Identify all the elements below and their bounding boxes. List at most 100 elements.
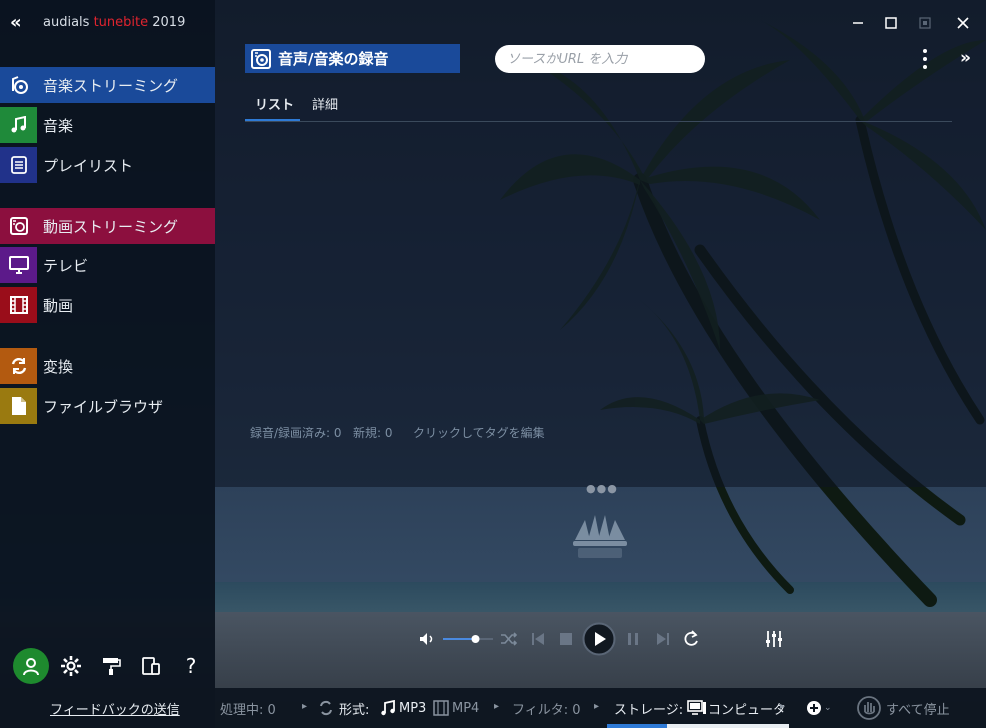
sidebar-item-convert[interactable]: 変換	[0, 348, 215, 384]
shuffle-button[interactable]	[498, 623, 520, 655]
pause-button[interactable]	[624, 623, 642, 655]
user-icon	[23, 658, 39, 676]
volume-button[interactable]	[417, 623, 437, 655]
stop-button[interactable]	[556, 623, 576, 655]
minimize-button[interactable]	[845, 10, 871, 36]
page-title-bar: 音声/音楽の録音	[245, 44, 460, 73]
equalizer-icon	[766, 631, 782, 647]
computer-icon	[687, 700, 707, 715]
film-small-icon	[433, 700, 449, 716]
stop-hand-icon	[857, 696, 881, 720]
new-count: 新規: 0	[353, 426, 393, 440]
audio-visualizer-icon	[573, 515, 627, 558]
sidebar-item-label: プレイリスト	[43, 156, 134, 175]
recorder-icon	[251, 48, 271, 69]
file-browser-icon	[0, 388, 37, 424]
edit-tags-link[interactable]: クリックしてタグを編集	[413, 424, 545, 441]
sidebar-item-label: 動画	[43, 296, 74, 315]
chevron-right-icon: ▸	[594, 701, 600, 712]
sidebar-item-label: 音楽	[43, 116, 74, 135]
format-mp3[interactable]: MP3	[380, 698, 426, 718]
repeat-button[interactable]	[680, 623, 702, 655]
volume-slider[interactable]	[443, 623, 495, 655]
brand-highlight: tunebite	[93, 15, 149, 30]
expand-panel-button[interactable]: »	[960, 48, 971, 68]
recorded-count: 録音/録画済み: 0	[250, 426, 342, 440]
sidebar-item-music[interactable]: 音楽	[0, 107, 215, 143]
app-window: « audials tunebite 2019 音楽ストリーミング 音楽 プレイ…	[0, 0, 986, 728]
music-streaming-icon	[0, 67, 37, 103]
devices-button[interactable]	[139, 654, 163, 678]
user-account-button[interactable]	[13, 648, 49, 684]
playlist-icon	[0, 147, 37, 183]
previous-button[interactable]	[528, 623, 548, 655]
sidebar-item-music-streaming[interactable]: 音楽ストリーミング	[0, 67, 215, 103]
splitter-handle[interactable]: ●●●	[586, 482, 618, 495]
storage-computer[interactable]: コンピュータ	[708, 698, 786, 718]
collapse-sidebar-button[interactable]: «	[10, 12, 22, 33]
settings-button[interactable]	[59, 654, 83, 678]
play-button[interactable]	[582, 622, 616, 656]
chevron-right-icon: ▸	[780, 701, 786, 712]
maximize-icon	[885, 17, 897, 29]
volume-slider-track	[443, 635, 493, 643]
next-icon	[657, 633, 669, 645]
equalizer-button[interactable]	[763, 623, 785, 655]
tab-divider	[245, 121, 952, 122]
chevron-right-icon: ▸	[494, 701, 500, 712]
maximize-button[interactable]	[878, 10, 904, 36]
source-url-input[interactable]	[495, 45, 705, 73]
tab-details[interactable]: 詳細	[312, 94, 338, 119]
chevron-down-icon: ⌄	[824, 703, 832, 713]
sidebar-item-file-browser[interactable]: ファイルブラウザ	[0, 388, 215, 424]
add-circle-icon	[807, 701, 821, 715]
add-button[interactable]: ⌄	[806, 698, 832, 718]
sidebar-item-video[interactable]: 動画	[0, 287, 215, 323]
mini-mode-button[interactable]	[912, 10, 938, 36]
paint-roller-icon	[103, 658, 121, 675]
convert-small-icon	[320, 700, 332, 716]
video-streaming-icon	[0, 208, 37, 244]
next-button[interactable]	[653, 623, 673, 655]
close-button[interactable]	[950, 10, 976, 36]
skin-button[interactable]	[99, 654, 123, 678]
devices-icon	[142, 657, 160, 675]
stop-all-button[interactable]: すべて停止	[857, 696, 950, 720]
gear-icon	[61, 656, 81, 676]
storage-label: ストレージ:	[614, 702, 684, 718]
sidebar-item-video-streaming[interactable]: 動画ストリーミング	[0, 208, 215, 244]
stop-icon	[560, 633, 572, 645]
app-brand: audials tunebite 2019	[43, 15, 185, 30]
format-mp4[interactable]: MP4	[433, 698, 479, 718]
sidebar-item-label: 変換	[43, 357, 74, 376]
brand-prefix: audials	[43, 15, 90, 30]
play-icon	[582, 622, 616, 656]
help-icon[interactable]: ?	[179, 654, 203, 678]
film-icon	[0, 287, 37, 323]
sidebar-item-playlist[interactable]: プレイリスト	[0, 147, 215, 183]
sidebar-item-label: ファイルブラウザ	[43, 397, 164, 416]
convert-icon	[0, 348, 37, 384]
stop-all-label: すべて停止	[886, 702, 950, 718]
more-options-icon[interactable]	[919, 47, 931, 71]
sidebar-item-tv[interactable]: テレビ	[0, 247, 215, 283]
filter-count[interactable]: フィルタ: 0	[512, 698, 581, 718]
music-note-icon	[0, 107, 37, 143]
speaker-icon	[420, 633, 433, 645]
chevron-right-icon: ▸	[302, 701, 308, 712]
pause-icon	[628, 633, 638, 645]
brand-year: 2019	[152, 15, 186, 30]
sidebar: « audials tunebite 2019 音楽ストリーミング 音楽 プレイ…	[0, 0, 215, 728]
format-mp3-label: MP3	[399, 700, 427, 716]
sidebar-item-label: テレビ	[43, 256, 89, 275]
tab-list[interactable]: リスト	[245, 94, 300, 121]
page-title: 音声/音楽の録音	[278, 50, 389, 68]
storage-selector[interactable]: ストレージ:	[614, 698, 707, 718]
format-selector[interactable]: 形式:	[318, 698, 369, 718]
mini-window-icon	[919, 17, 931, 29]
feedback-link[interactable]: フィードバックの送信	[50, 699, 180, 718]
music-note-small-icon	[381, 700, 395, 716]
processing-count: 処理中: 0	[220, 702, 276, 718]
storage-indicator	[607, 724, 667, 728]
repeat-icon	[684, 630, 698, 646]
